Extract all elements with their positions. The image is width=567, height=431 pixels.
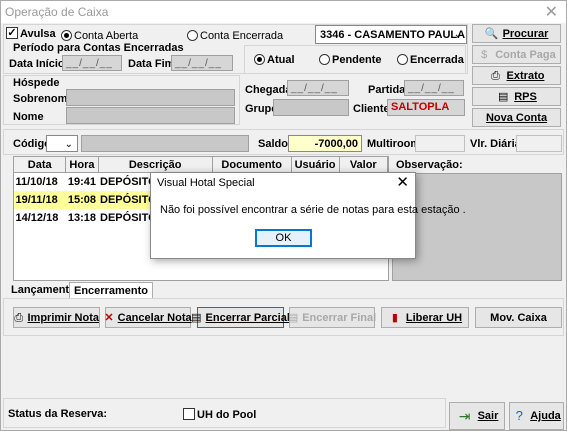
vlr-diaria-label: Vlr. Diária xyxy=(470,138,521,150)
rps-button[interactable]: ▤ RPS xyxy=(472,87,561,106)
printer-icon: ⎙ xyxy=(14,311,24,324)
chevron-down-icon: ⌄ xyxy=(453,29,462,40)
conta-aberta-radio[interactable] xyxy=(61,30,72,41)
cancelar-nota-button[interactable]: ✕ Cancelar Nota xyxy=(104,307,192,328)
chegada-field[interactable]: __/__/__ xyxy=(287,80,349,96)
encerrada-radio[interactable] xyxy=(397,54,408,65)
door-icon: ▮ xyxy=(391,311,398,324)
cell-hora: 19:41 xyxy=(67,175,97,188)
grupo-field[interactable] xyxy=(273,99,349,116)
chegada-label: Chegada xyxy=(245,84,292,96)
encerrar-final-button[interactable]: ▤ Encerrar Final xyxy=(287,307,376,328)
cancel-icon: ✕ xyxy=(104,311,114,324)
cell-hora: 13:18 xyxy=(67,211,97,224)
codigo-select[interactable]: ⌄ xyxy=(46,135,78,152)
conta-encerrada-radio[interactable] xyxy=(187,30,198,41)
search-icon: 🔍 xyxy=(484,27,499,40)
partida-field[interactable]: __/__/__ xyxy=(404,80,464,96)
ok-button[interactable]: OK xyxy=(255,229,312,247)
cell-hora: 15:08 xyxy=(65,190,99,209)
document-icon: ▤ xyxy=(191,311,202,324)
extrato-button[interactable]: ⎙ Extrato xyxy=(472,66,561,85)
uh-do-pool-checkbox[interactable] xyxy=(183,408,195,420)
room-select-value: 3346 - CASAMENTO PAULA xyxy=(320,29,466,41)
cell-data: 14/12/18 xyxy=(15,211,59,224)
exit-door-icon: ⇥ xyxy=(458,408,471,424)
conta-paga-button[interactable]: $ Conta Paga xyxy=(472,45,561,64)
conta-aberta-label: Conta Aberta xyxy=(74,30,139,42)
col-header-documento[interactable]: Documento xyxy=(211,156,292,173)
document-icon: ▤ xyxy=(497,90,509,103)
nova-conta-button[interactable]: Nova Conta xyxy=(472,108,561,127)
printer-icon: ⎙ xyxy=(491,69,500,82)
data-fim-field[interactable]: __/__/__ xyxy=(171,55,233,71)
dialog-close-icon[interactable]: ✕ xyxy=(396,173,409,191)
room-select[interactable]: 3346 - CASAMENTO PAULA ⌄ xyxy=(315,25,467,44)
caixa-window: Operação de Caixa ✕ ✓ Avulsa Conta Abert… xyxy=(0,0,567,431)
avulsa-label: Avulsa xyxy=(20,28,56,40)
multiroom-field xyxy=(415,135,465,152)
periodo-label: Período para Contas Encerradas xyxy=(13,42,184,54)
col-header-hora[interactable]: Hora xyxy=(65,156,99,173)
document-icon: ▤ xyxy=(287,311,299,324)
pendente-radio[interactable] xyxy=(319,54,330,65)
observacao-label: Observação: xyxy=(396,159,463,171)
uh-do-pool-label: UH do Pool xyxy=(197,409,257,421)
money-icon: $ xyxy=(481,48,488,61)
codigo-description-field[interactable] xyxy=(81,135,249,152)
cliente-field[interactable]: SALTOPLA xyxy=(387,99,465,116)
imprimir-nota-button[interactable]: ⎙ Imprimir Nota xyxy=(13,307,100,328)
hospede-label: Hóspede xyxy=(13,77,60,89)
col-header-valor[interactable]: Valor xyxy=(338,156,389,173)
cliente-label: Cliente xyxy=(353,103,390,115)
conta-encerrada-label: Conta Encerrada xyxy=(200,30,284,42)
nome-field[interactable] xyxy=(66,107,235,124)
liberar-uh-button[interactable]: ▮ Liberar UH xyxy=(381,307,469,328)
atual-radio[interactable] xyxy=(254,54,265,65)
close-icon[interactable]: ✕ xyxy=(545,2,558,22)
encerrada-label: Encerrada xyxy=(410,54,464,66)
sobrenome-field[interactable] xyxy=(66,89,235,106)
partida-label: Partida xyxy=(368,84,406,96)
procurar-button[interactable]: 🔍 Procurar xyxy=(472,24,561,43)
encerrar-parcial-button[interactable]: ▤ Encerrar Parcial xyxy=(191,307,290,328)
saldo-field: -7000,00 xyxy=(288,135,362,152)
help-icon: ? xyxy=(515,408,523,423)
mov-caixa-button[interactable]: Mov. Caixa xyxy=(475,307,562,328)
data-fim-label: Data Fim xyxy=(128,58,175,70)
sobrenome-label: Sobrenome xyxy=(13,93,74,105)
col-header-descricao[interactable]: Descrição xyxy=(97,156,213,173)
status-reserva-label: Status da Reserva: xyxy=(8,408,108,420)
atual-label: Atual xyxy=(267,54,295,66)
ajuda-button[interactable]: ? Ajuda xyxy=(509,402,564,430)
col-header-usuario[interactable]: Usuário xyxy=(290,156,340,173)
chevron-down-icon: ⌄ xyxy=(64,139,73,150)
avulsa-checkbox[interactable]: ✓ xyxy=(6,27,18,39)
saldo-label: Saldo xyxy=(258,138,288,150)
dialog-message: Não foi possível encontrar a série de no… xyxy=(160,204,466,216)
window-title: Operação de Caixa xyxy=(5,5,109,19)
cell-data: 11/10/18 xyxy=(15,175,58,188)
col-header-data[interactable]: Data xyxy=(12,156,67,173)
vlr-diaria-field xyxy=(516,135,562,152)
title-bar: Operação de Caixa ✕ xyxy=(1,1,566,23)
pendente-label: Pendente xyxy=(332,54,382,66)
dialog-title: Visual Hotal Special xyxy=(157,177,255,189)
cell-data: 19/11/18 xyxy=(13,190,66,209)
observacao-field[interactable] xyxy=(392,173,562,281)
tab-encerramento[interactable]: Encerramento xyxy=(69,282,153,299)
nome-label: Nome xyxy=(13,111,44,123)
multiroom-label: Multiroom xyxy=(367,138,421,150)
sair-button[interactable]: ⇥ Sair xyxy=(449,402,505,430)
error-dialog: Visual Hotal Special ✕ Não foi possível … xyxy=(150,172,466,259)
data-inicio-label: Data Início xyxy=(9,58,65,70)
data-inicio-field[interactable]: __/__/__ xyxy=(62,55,122,71)
